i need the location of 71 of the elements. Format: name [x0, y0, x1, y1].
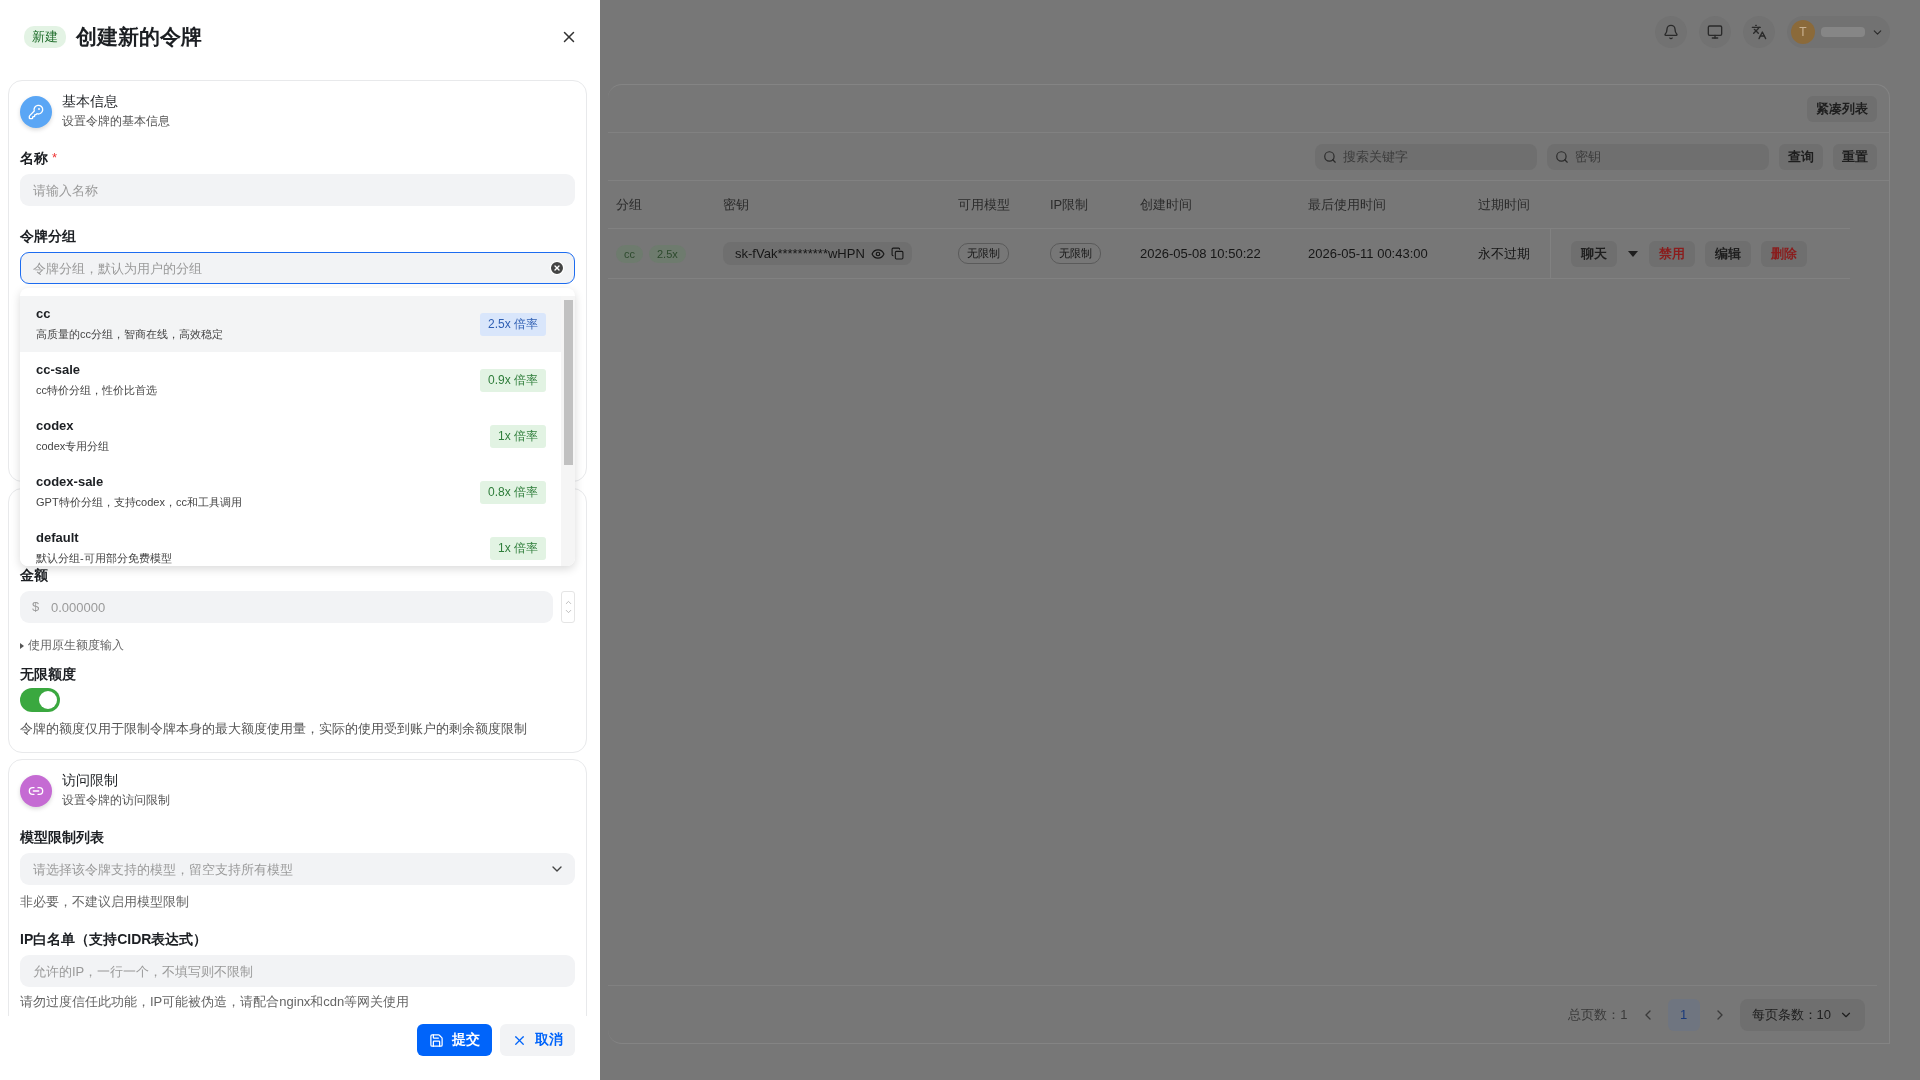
- link-icon: [20, 774, 52, 807]
- field-label: 模型限制列表: [20, 829, 104, 847]
- danger-action-button[interactable]: 删除: [1761, 240, 1807, 267]
- unlimited-switch[interactable]: [20, 688, 60, 712]
- ip-limit-tag: 无限制: [1050, 243, 1101, 264]
- currency-symbol: $: [32, 599, 40, 614]
- drawer-title: 创建新的令牌: [76, 24, 203, 50]
- table-cell: 永不过期: [1470, 229, 1550, 279]
- column-header: 过期时间: [1470, 181, 1550, 229]
- chat-button[interactable]: 聊天: [1571, 240, 1617, 267]
- query-button[interactable]: 查询: [1779, 143, 1823, 170]
- submit-button[interactable]: 提交: [417, 1024, 492, 1056]
- rate-tag: 0.8x 倍率: [480, 480, 546, 504]
- group-option[interactable]: default 默认分组-可用部分免费模型 1x 倍率: [20, 520, 561, 566]
- page-button[interactable]: 1: [1667, 998, 1700, 1031]
- quota-note: 令牌的额度仅用于限制令牌本身的最大额度使用量，实际的使用受到账户的剩余额度限制: [20, 720, 528, 738]
- action-button[interactable]: 编辑: [1705, 240, 1751, 267]
- model-select[interactable]: 请选择该令牌支持的模型，留空支持所有模型: [20, 853, 575, 885]
- copy-icon[interactable]: [890, 247, 904, 260]
- field-label: 名称: [20, 150, 48, 168]
- group-tag: cc: [616, 244, 643, 263]
- field-label: 金额: [20, 567, 48, 585]
- key-field: sk-fVak**********wHPN: [723, 242, 912, 265]
- new-badge: 新建: [24, 26, 66, 48]
- page-size-select[interactable]: 每页条数：10: [1739, 998, 1865, 1031]
- rate-tag: 0.9x 倍率: [480, 368, 546, 392]
- section-subtitle: 设置令牌的基本信息: [62, 113, 170, 130]
- user-menu[interactable]: T: [1787, 16, 1890, 48]
- name-input[interactable]: 请输入名称: [20, 174, 575, 206]
- native-quota-toggle[interactable]: 使用原生额度输入: [20, 637, 575, 654]
- translate-icon[interactable]: [1743, 16, 1775, 48]
- section-title: 基本信息: [62, 93, 119, 111]
- table-cell: 2026-05-11 00:43:00: [1300, 229, 1470, 279]
- field-label: 无限额度: [20, 666, 77, 684]
- column-header: 分组: [608, 181, 715, 229]
- field-label: IP白名单（支持CIDR表达式）: [20, 931, 208, 949]
- search-icon: [1323, 149, 1337, 164]
- table-cell: 2026-05-08 10:50:22: [1132, 229, 1300, 279]
- field-hint: 非必要，不建议启用模型限制: [20, 893, 190, 911]
- rate-tag: 2.5x 倍率: [480, 312, 546, 336]
- column-header: 密钥: [715, 181, 950, 229]
- compact-list-button[interactable]: 紧凑列表: [1807, 95, 1877, 122]
- rate-tag: 1x 倍率: [490, 536, 546, 560]
- field-hint: 请勿过度信任此功能，IP可能被伪造，请配合nginx和cdn等网关使用: [20, 993, 411, 1011]
- search-icon: [1555, 149, 1569, 164]
- monitor-icon[interactable]: [1699, 16, 1731, 48]
- field-label: 令牌分组: [20, 228, 76, 246]
- reset-button[interactable]: 重置: [1833, 143, 1877, 170]
- section-title: 访问限制: [62, 772, 119, 790]
- key-icon: [20, 95, 52, 128]
- column-header: 可用模型: [950, 181, 1042, 229]
- eye-icon[interactable]: [870, 246, 885, 261]
- group-select-field[interactable]: 令牌分组，默认为用户的分组: [20, 252, 575, 284]
- column-header: 创建时间: [1132, 181, 1300, 229]
- column-header: IP限制: [1042, 181, 1132, 229]
- scrollbar[interactable]: [561, 296, 575, 566]
- danger-action-button[interactable]: 禁用: [1649, 240, 1695, 267]
- save-icon: [429, 1032, 444, 1048]
- column-header: 最后使用时间: [1300, 181, 1470, 229]
- total-pages: 总页数：1: [1568, 1005, 1628, 1024]
- cancel-button[interactable]: 取消: [500, 1024, 575, 1056]
- section-subtitle: 设置令牌的访问限制: [62, 792, 170, 809]
- rate-tag: 1x 倍率: [490, 424, 546, 448]
- avatar: T: [1791, 20, 1815, 44]
- caret-icon[interactable]: [1627, 249, 1639, 258]
- required-mark: *: [52, 150, 58, 167]
- group-option[interactable]: cc 高质量的cc分组，智商在线，高效稳定 2.5x 倍率: [20, 296, 561, 352]
- models-tag: 无限制: [958, 243, 1009, 264]
- bell-icon[interactable]: [1655, 16, 1687, 48]
- chevron-down-icon[interactable]: [563, 607, 573, 616]
- group-tag: 2.5x: [649, 244, 686, 263]
